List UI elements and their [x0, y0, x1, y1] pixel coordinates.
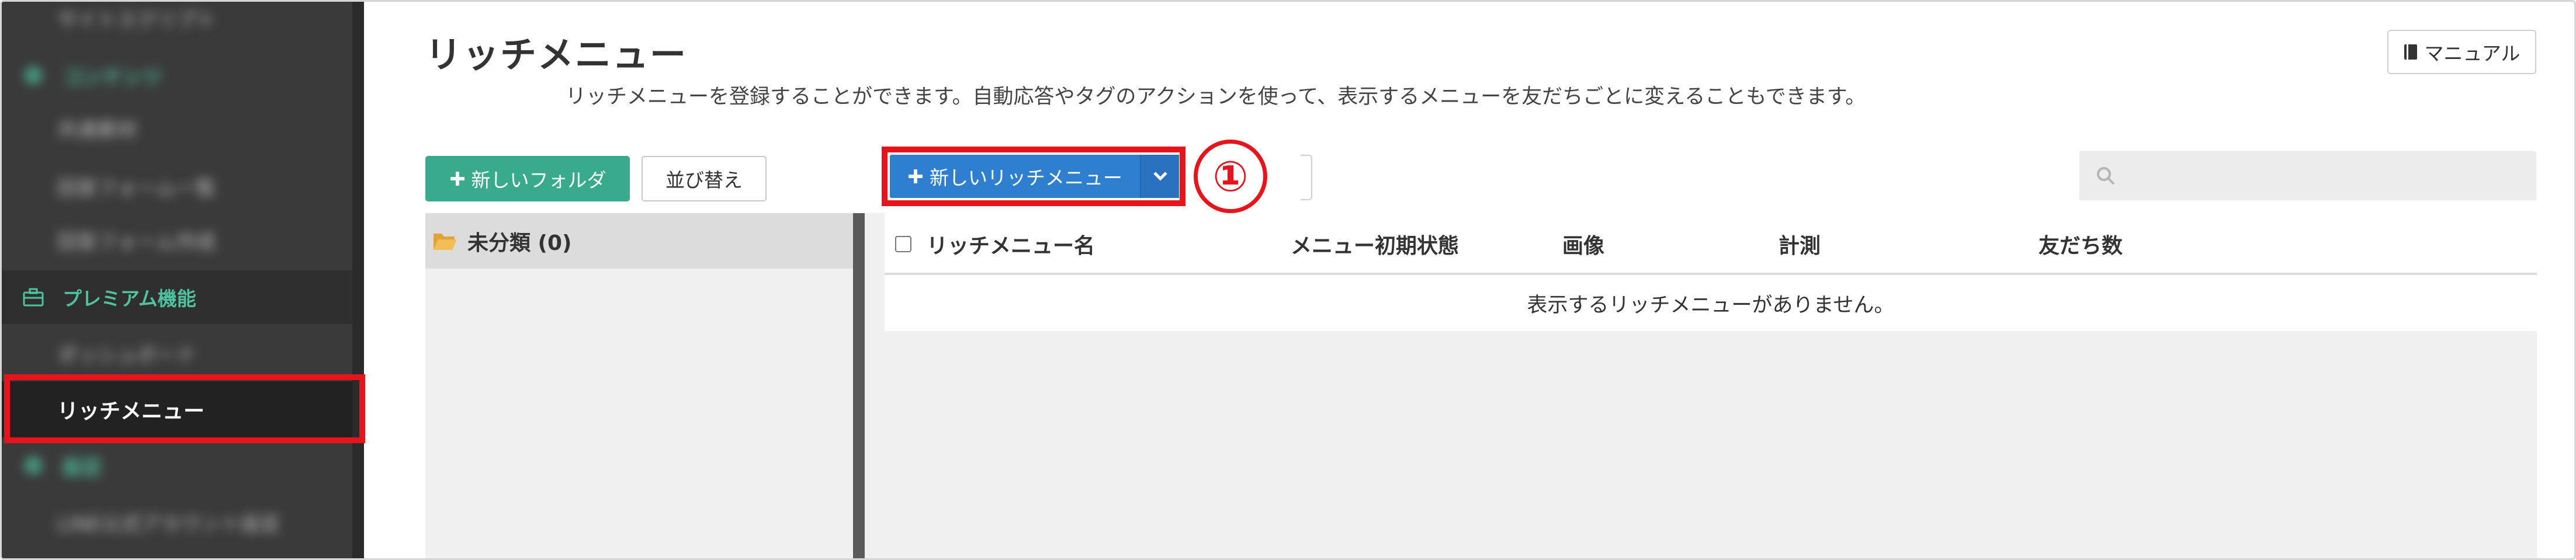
- folder-name: 未分類 (0): [467, 231, 572, 255]
- new-rich-menu-button-group: 新しいリッチメニュー: [890, 155, 1179, 198]
- search-input[interactable]: [2127, 165, 2525, 187]
- select-all-cell: [895, 213, 913, 275]
- page-title: リッチメニュー: [425, 33, 688, 76]
- step-marker: ①: [1194, 140, 1267, 213]
- sidebar-item-site-script[interactable]: サイトスクリプト: [2, 2, 364, 45]
- column-header-image[interactable]: 画像: [1562, 213, 1604, 275]
- sidebar-item-common-material[interactable]: 共通素材: [2, 101, 364, 155]
- folder-pane: 未分類 (0): [425, 213, 855, 558]
- chevron-down-icon: [1152, 171, 1169, 182]
- book-icon: [2403, 43, 2418, 61]
- sidebar-item-label: LINE公式アカウント設定: [57, 512, 280, 536]
- sort-button[interactable]: 並び替え: [642, 156, 767, 201]
- column-header-initial-state[interactable]: メニュー初期状態: [1291, 213, 1459, 275]
- column-header-name[interactable]: リッチメニュー名: [927, 213, 1095, 275]
- sidebar-item-form-list[interactable]: 回答フォーム一覧: [2, 159, 364, 213]
- sidebar-section-premium[interactable]: プレミアム機能: [2, 270, 364, 324]
- search-icon: [2096, 166, 2116, 186]
- sidebar-section-settings[interactable]: 設定: [2, 439, 364, 492]
- table-header: リッチメニュー名 メニュー初期状態 画像 計測 友だち数: [885, 213, 2537, 275]
- sidebar-item-form-create[interactable]: 回答フォーム作成: [2, 213, 364, 267]
- folder-item-uncategorized[interactable]: 未分類 (0): [425, 213, 855, 269]
- toolbar-tab-edge: [1301, 155, 1312, 200]
- new-folder-label: 新しいフォルダ: [471, 169, 606, 192]
- sidebar: サイトスクリプト コンテンツ 共通素材 回答フォーム一覧 回答フォーム作成 プレ…: [2, 2, 364, 558]
- sidebar-item-label: 設定: [63, 455, 102, 479]
- column-header-measurement[interactable]: 計測: [1778, 213, 1821, 275]
- sidebar-item-label: 回答フォーム一覧: [57, 176, 216, 200]
- sidebar-item-label: ダッシュボード: [57, 343, 196, 367]
- app-window: サイトスクリプト コンテンツ 共通素材 回答フォーム一覧 回答フォーム作成 プレ…: [0, 0, 2576, 560]
- sidebar-item-label: 回答フォーム作成: [57, 230, 216, 254]
- sidebar-item-label: コンテンツ: [63, 65, 162, 89]
- sidebar-item-label: リッチメニュー: [57, 399, 205, 423]
- column-header-friends[interactable]: 友だち数: [2038, 213, 2123, 275]
- sidebar-item-rich-menu[interactable]: リッチメニュー: [2, 381, 364, 437]
- page-description: リッチメニューを登録することができます。自動応答やタグのアクションを使って、表示…: [566, 85, 1866, 109]
- sidebar-section-contents[interactable]: コンテンツ: [2, 48, 364, 102]
- search-box[interactable]: [2079, 151, 2536, 200]
- pane-resize-handle[interactable]: [853, 213, 865, 558]
- plus-circle-icon: [22, 456, 45, 475]
- select-all-checkbox[interactable]: [895, 236, 911, 252]
- table-empty-message: 表示するリッチメニューがありません。: [885, 275, 2537, 331]
- plus-icon: [907, 168, 924, 185]
- plus-icon: [449, 171, 466, 187]
- sidebar-item-line-account-settings[interactable]: LINE公式アカウント設定: [2, 495, 364, 549]
- new-folder-button[interactable]: 新しいフォルダ: [425, 156, 630, 201]
- sidebar-item-label: プレミアム機能: [63, 287, 196, 310]
- sidebar-edge: [352, 2, 364, 558]
- rich-menu-table-pane: リッチメニュー名 メニュー初期状態 画像 計測 友だち数 表示するリッチメニュー…: [865, 213, 2537, 558]
- sidebar-item-label: サイトスクリプト: [57, 8, 216, 32]
- manual-button[interactable]: マニュアル: [2387, 30, 2536, 74]
- sidebar-item-dashboard[interactable]: ダッシュボード: [2, 326, 364, 380]
- new-rich-menu-button[interactable]: 新しいリッチメニュー: [890, 155, 1141, 198]
- new-rich-menu-dropdown-toggle[interactable]: [1141, 155, 1179, 198]
- sort-label: 並び替え: [665, 169, 743, 192]
- briefcase-icon: [22, 288, 45, 307]
- sidebar-item-label: 共通素材: [57, 118, 137, 142]
- folder-open-icon: [432, 231, 458, 251]
- plus-circle-icon: [22, 66, 45, 85]
- manual-button-label: マニュアル: [2424, 42, 2520, 65]
- new-rich-menu-label: 新しいリッチメニュー: [930, 166, 1122, 189]
